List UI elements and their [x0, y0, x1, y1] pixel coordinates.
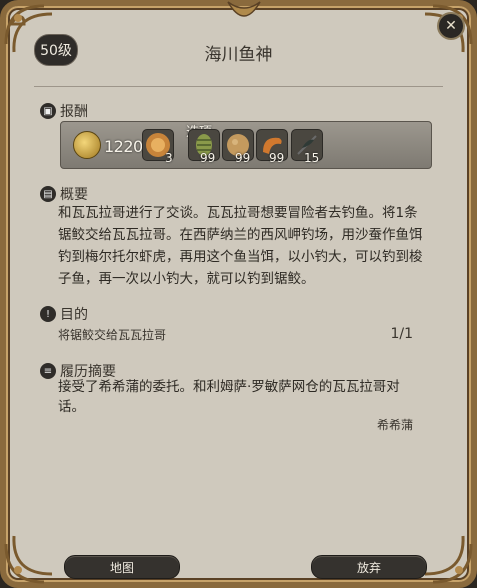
item-count: 3 — [165, 151, 173, 165]
document-icon: ≡ — [40, 363, 56, 379]
map-button[interactable]: 地图 — [64, 555, 180, 579]
corner-ornament — [4, 524, 64, 584]
rewards-icon: ▣ — [40, 103, 56, 119]
objective-text: 将锯鲛交给瓦瓦拉哥 — [58, 328, 167, 342]
objective-progress: 1/1 — [390, 326, 413, 342]
summary-line: 钓到梅尔托尔虾虎，再用这个鱼当饵，以小钓大，可以钓到梭 — [58, 249, 423, 265]
item-count: 99 — [235, 151, 251, 165]
summary-line: 子鱼，再一次以小钓大，就可以钓到锯鲛。 — [58, 271, 315, 287]
close-icon: ✕ — [445, 18, 457, 34]
history-line: 话。 — [58, 399, 85, 415]
quest-journal-window: ✕ 50级 海川鱼神 ▣ 报酬 1220 3 选项 99 99 99 15 ▤ … — [0, 0, 477, 588]
item-count: 99 — [269, 151, 285, 165]
crest-ornament — [227, 1, 261, 17]
history-line: 接受了希希蒲的委托。和利姆萨·罗敏萨网仓的瓦瓦拉哥对 — [58, 379, 400, 395]
objective-heading: ! 目的 — [40, 304, 88, 324]
close-button[interactable]: ✕ — [437, 12, 465, 40]
exclamation-icon: ! — [40, 306, 56, 322]
item-count: 99 — [200, 151, 216, 165]
quest-title: 海川鱼神 — [204, 45, 273, 65]
rewards-heading-label: 报酬 — [60, 104, 88, 120]
item-count: 15 — [304, 151, 320, 165]
objective-heading-label: 目的 — [60, 307, 88, 323]
npc-name: 希希蒲 — [376, 418, 413, 432]
title-divider — [34, 86, 443, 87]
summary-line: 和瓦瓦拉哥进行了交谈。瓦瓦拉哥想要冒险者去钓鱼。将1条 — [58, 205, 418, 221]
gil-amount: 1220 — [104, 137, 143, 156]
gil-coin-icon — [73, 131, 101, 159]
summary-heading-label: 概要 — [60, 187, 88, 203]
summary-line: 锯鲛交给瓦瓦拉哥。在西萨纳兰的西风岬钓场，用沙蚕作鱼饵 — [58, 227, 423, 243]
rewards-heading: ▣ 报酬 — [40, 101, 88, 121]
summary-text: 和瓦瓦拉哥进行了交谈。瓦瓦拉哥想要冒险者去钓鱼。将1条 锯鲛交给瓦瓦拉哥。在西萨… — [58, 202, 423, 290]
history-text: 接受了希希蒲的委托。和利姆萨·罗敏萨网仓的瓦瓦拉哥对 话。 — [58, 377, 400, 417]
book-icon: ▤ — [40, 186, 56, 202]
summary-heading: ▤ 概要 — [40, 184, 88, 204]
abandon-button[interactable]: 放弃 — [311, 555, 427, 579]
